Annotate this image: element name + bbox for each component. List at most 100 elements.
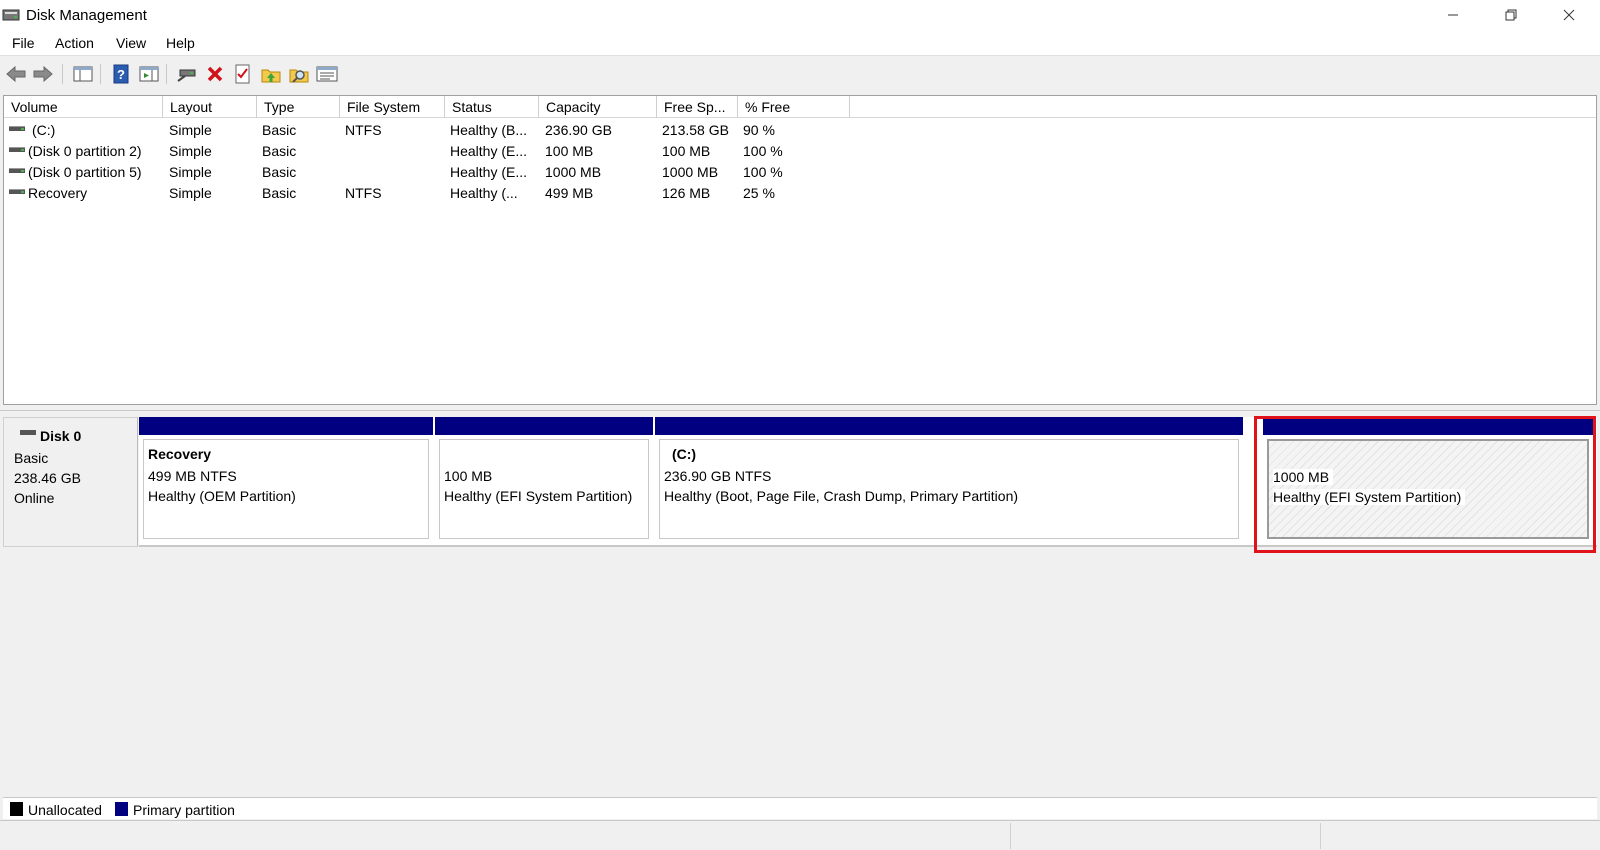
column-header-layout[interactable]: Layout <box>163 96 257 118</box>
column-header-free-space[interactable]: Free Sp... <box>657 96 738 118</box>
column-header-type[interactable]: Type <box>257 96 340 118</box>
partition-name: Recovery <box>148 446 212 462</box>
partition-details: Recovery 499 MB NTFS Healthy (OEM Partit… <box>143 439 429 539</box>
column-header-file-system[interactable]: File System <box>340 96 445 118</box>
column-header-volume[interactable]: Volume <box>4 96 163 118</box>
table-row[interactable]: (Disk 0 partition 5) Simple Basic Health… <box>4 162 1596 183</box>
menu-view[interactable]: View <box>116 35 146 51</box>
folder-up-icon <box>261 69 281 83</box>
partition-details: 100 MB Healthy (EFI System Partition) <box>439 439 649 539</box>
forward-arrow-icon <box>33 66 53 82</box>
partition-status: Healthy (EFI System Partition) <box>1273 489 1466 505</box>
svg-text:?: ? <box>117 67 125 82</box>
partition-size: 499 MB NTFS <box>148 468 237 484</box>
disk-info-panel[interactable]: Disk 0 Basic 238.46 GB Online <box>3 417 138 547</box>
back-arrow-icon <box>6 66 26 82</box>
cell-percent-free: 100 % <box>743 143 783 159</box>
view-list-button[interactable] <box>316 63 338 85</box>
cell-file-system: NTFS <box>345 185 382 201</box>
window-title: Disk Management <box>26 7 147 24</box>
cell-layout: Simple <box>169 185 212 201</box>
partition-c-drive[interactable]: (C:) 236.90 GB NTFS Healthy (Boot, Page … <box>655 417 1243 539</box>
partition-efi-1000mb[interactable]: 1000 MB Healthy (EFI System Partition) <box>1263 417 1593 539</box>
cell-free-space: 1000 MB <box>662 164 719 180</box>
disk-map: Disk 0 Basic 238.46 GB Online Recovery 4… <box>3 411 1597 791</box>
disk-name: Disk 0 <box>40 428 82 444</box>
delete-button[interactable] <box>204 63 226 85</box>
folder-search-icon <box>289 69 309 83</box>
partition-details: 1000 MB Healthy (EFI System Partition) <box>1267 439 1589 539</box>
cell-type: Basic <box>262 185 297 201</box>
status-separator <box>1010 823 1011 849</box>
cell-volume: (C:) <box>32 122 56 138</box>
list-view-icon <box>316 66 338 82</box>
table-row[interactable]: Recovery Simple Basic NTFS Healthy (... … <box>4 183 1596 204</box>
minimize-button[interactable] <box>1430 0 1476 30</box>
partition-status: Healthy (Boot, Page File, Crash Dump, Pr… <box>664 488 1019 504</box>
cell-layout: Simple <box>169 143 212 159</box>
cell-volume: Recovery <box>28 185 88 201</box>
cell-percent-free: 25 % <box>743 185 775 201</box>
cell-layout: Simple <box>169 164 212 180</box>
close-button[interactable] <box>1546 0 1592 30</box>
partition-bar: Recovery 499 MB NTFS Healthy (OEM Partit… <box>139 417 1597 547</box>
restore-button[interactable] <box>1488 0 1534 30</box>
partition-type-bar <box>655 417 1243 435</box>
properties-button[interactable] <box>232 63 254 85</box>
show-hide-console-tree-button[interactable] <box>72 63 94 85</box>
disk-type: Basic <box>14 450 49 466</box>
menu-action[interactable]: Action <box>55 35 94 51</box>
show-hide-action-pane-button[interactable] <box>138 63 160 85</box>
cell-volume: (Disk 0 partition 2) <box>28 143 142 159</box>
toolbar: ? <box>0 56 1600 92</box>
disk-management-icon <box>2 9 20 21</box>
menu-help[interactable]: Help <box>166 35 195 51</box>
cell-capacity: 236.90 GB <box>545 122 612 138</box>
volume-drive-icon <box>9 147 25 152</box>
help-button[interactable]: ? <box>110 63 132 85</box>
console-tree-icon <box>73 66 93 82</box>
column-header-capacity[interactable]: Capacity <box>539 96 657 118</box>
cell-free-space: 100 MB <box>662 143 711 159</box>
cell-layout: Simple <box>169 122 212 138</box>
cell-type: Basic <box>262 143 297 159</box>
column-header-percent-free[interactable]: % Free <box>738 96 850 118</box>
legend-primary-label: Primary partition <box>133 802 235 818</box>
partition-recovery[interactable]: Recovery 499 MB NTFS Healthy (OEM Partit… <box>139 417 433 539</box>
partition-type-bar <box>435 417 653 435</box>
cell-file-system: NTFS <box>345 122 382 138</box>
status-separator <box>1320 823 1321 849</box>
cell-capacity: 499 MB <box>545 185 594 201</box>
cell-status: Healthy (E... <box>450 164 528 180</box>
close-icon <box>1563 9 1575 21</box>
partition-size: 1000 MB <box>1273 469 1334 485</box>
delete-x-icon <box>207 66 223 82</box>
action-pane-icon <box>139 66 159 82</box>
volume-drive-icon <box>9 189 25 194</box>
connect-virtual-disk-button[interactable] <box>176 63 198 85</box>
back-button[interactable] <box>5 63 27 85</box>
open-folder-button[interactable] <box>260 63 282 85</box>
forward-button[interactable] <box>32 63 54 85</box>
menu-file[interactable]: File <box>12 35 35 51</box>
legend-unallocated-label: Unallocated <box>28 802 102 818</box>
disk-state: Online <box>14 490 55 506</box>
cell-free-space: 213.58 GB <box>662 122 729 138</box>
volume-drive-icon <box>9 126 25 131</box>
explore-button[interactable] <box>288 63 310 85</box>
partition-type-bar <box>1263 417 1593 435</box>
column-header-status[interactable]: Status <box>445 96 539 118</box>
legend-unallocated-swatch <box>10 802 23 816</box>
cell-type: Basic <box>262 164 297 180</box>
table-row[interactable]: (C:) Simple Basic NTFS Healthy (B... 236… <box>4 120 1596 141</box>
partition-efi-100mb[interactable]: 100 MB Healthy (EFI System Partition) <box>435 417 653 539</box>
status-bar <box>0 820 1600 850</box>
toolbar-separator <box>166 64 167 84</box>
cell-status: Healthy (... <box>450 185 518 201</box>
table-row[interactable]: (Disk 0 partition 2) Simple Basic Health… <box>4 141 1596 162</box>
menu-bar: File Action View Help <box>0 30 1600 56</box>
cell-volume: (Disk 0 partition 5) <box>28 164 142 180</box>
cell-free-space: 126 MB <box>662 185 711 201</box>
partition-name <box>1273 447 1587 467</box>
properties-checklist-icon <box>235 64 250 84</box>
